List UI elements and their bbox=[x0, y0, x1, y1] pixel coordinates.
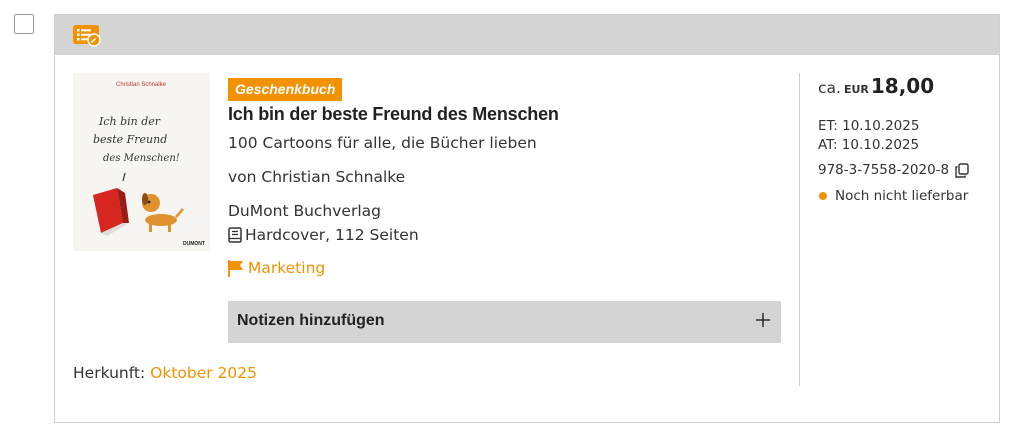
notes-label: Notizen hinzufügen bbox=[237, 312, 385, 329]
origin-label: Herkunft: bbox=[73, 364, 146, 382]
flag-icon bbox=[228, 259, 243, 277]
isbn-line: 978-3-7558-2020-8 bbox=[818, 162, 969, 178]
marketing-link[interactable]: Marketing bbox=[228, 259, 325, 277]
marketing-label[interactable]: Marketing bbox=[248, 259, 325, 277]
column-divider bbox=[799, 73, 800, 386]
isbn: 978-3-7558-2020-8 bbox=[818, 162, 950, 178]
availability-dot bbox=[819, 192, 827, 200]
price-value: 18,00 bbox=[870, 74, 935, 98]
copy-icon[interactable] bbox=[955, 162, 969, 178]
cover-line-3: des Menschen! bbox=[103, 153, 180, 164]
book-icon bbox=[228, 227, 242, 243]
book-subtitle: 100 Cartoons für alle, die Bücher lieben bbox=[228, 134, 537, 152]
cover-line-1: Ich bin der bbox=[98, 115, 161, 128]
price-currency: EUR bbox=[843, 83, 869, 96]
format-line: Hardcover, 112 Seiten bbox=[228, 226, 419, 244]
author-line: von Christian Schnalke bbox=[228, 168, 406, 186]
price: ca. EUR 18,00 bbox=[818, 74, 934, 98]
format-text: Hardcover, 112 Seiten bbox=[245, 226, 419, 244]
cover-publisher-mark: DUMONT bbox=[183, 241, 205, 247]
book-cover[interactable]: Christian Schnalke Ich bin der beste Fre… bbox=[73, 73, 210, 251]
cover-line-2: beste Freund bbox=[93, 133, 167, 146]
publisher: DuMont Buchverlag bbox=[228, 202, 381, 220]
origin-line: Herkunft: Oktober 2025 bbox=[73, 364, 257, 382]
title-card: Christian Schnalke Ich bin der beste Fre… bbox=[54, 14, 1000, 423]
gift-book-badge: Geschenkbuch bbox=[228, 78, 343, 101]
list-edit-icon[interactable] bbox=[73, 25, 101, 47]
cover-author: Christian Schnalke bbox=[116, 82, 167, 88]
at-date: AT: 10.10.2025 bbox=[818, 137, 920, 153]
origin-value[interactable]: Oktober 2025 bbox=[150, 364, 257, 382]
add-notes-button[interactable]: Notizen hinzufügen bbox=[228, 301, 781, 343]
price-prefix: ca. bbox=[818, 79, 841, 97]
select-checkbox[interactable] bbox=[14, 14, 34, 34]
availability: Noch nicht lieferbar bbox=[818, 188, 968, 204]
availability-text: Noch nicht lieferbar bbox=[835, 188, 969, 204]
plus-icon bbox=[756, 313, 770, 327]
book-title[interactable]: Ich bin der beste Freund des Menschen bbox=[228, 104, 559, 125]
card-header bbox=[55, 15, 999, 55]
release-date: ET: 10.10.2025 bbox=[818, 118, 920, 134]
